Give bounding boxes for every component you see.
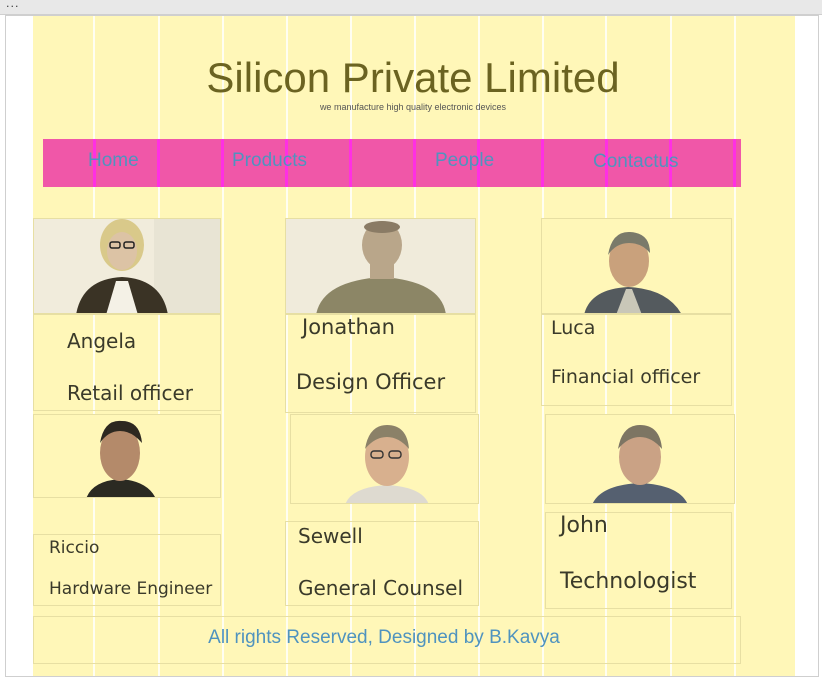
person-name: Sewell xyxy=(298,524,363,548)
person-portrait-icon xyxy=(584,231,681,313)
person-name: Jonathan xyxy=(302,315,395,339)
nav-link-products[interactable]: Products xyxy=(232,150,307,172)
person-role: Financial officer xyxy=(551,366,701,388)
nav-link-people[interactable]: People xyxy=(435,150,494,172)
person-portrait-icon xyxy=(345,425,429,503)
page-container: Silicon Private Limited we manufacture h… xyxy=(33,16,795,676)
person-role: Retail officer xyxy=(67,381,193,405)
person-photo-angela xyxy=(33,218,221,314)
person-name: Angela xyxy=(67,329,137,353)
person-card-john: John Technologist xyxy=(545,512,732,609)
browser-title-bar: ... xyxy=(0,0,822,15)
person-name: John xyxy=(560,513,608,538)
person-card-angela: Angela Retail officer xyxy=(33,314,221,411)
person-photo-jonathan xyxy=(285,218,476,314)
person-role: Hardware Engineer xyxy=(49,579,213,599)
person-role: General Counsel xyxy=(298,576,464,600)
menu-dots-icon[interactable]: ... xyxy=(6,0,20,10)
person-portrait-icon xyxy=(286,219,475,313)
person-card-luca: Luca Financial officer xyxy=(541,314,732,406)
grid-column-guide xyxy=(734,16,736,676)
person-role: Technologist xyxy=(560,569,697,594)
person-card-sewell: Sewell General Counsel xyxy=(285,521,479,606)
nav-bar: Home Products People Contactus xyxy=(43,139,741,187)
nav-divider xyxy=(349,139,352,187)
nav-divider xyxy=(541,139,544,187)
person-photo-luca xyxy=(541,218,732,314)
person-photo-sewell xyxy=(290,414,479,504)
person-portrait-icon xyxy=(34,219,220,313)
nav-divider xyxy=(733,139,736,187)
person-photo-john xyxy=(545,414,735,504)
nav-divider xyxy=(413,139,416,187)
nav-link-home[interactable]: Home xyxy=(88,150,139,172)
nav-divider xyxy=(221,139,224,187)
person-name: Luca xyxy=(551,317,596,339)
footer-text: All rights Reserved, Designed by B.Kavya xyxy=(208,627,560,648)
person-photo-riccio xyxy=(33,414,221,498)
nav-link-contactus[interactable]: Contactus xyxy=(593,151,679,173)
person-portrait-icon xyxy=(86,420,155,497)
page-frame: Silicon Private Limited we manufacture h… xyxy=(5,15,819,677)
grid-column-guide xyxy=(222,16,224,676)
page-title: Silicon Private Limited xyxy=(206,54,620,101)
page-footer: All rights Reserved, Designed by B.Kavya xyxy=(33,616,741,664)
page-tagline: we manufacture high quality electronic d… xyxy=(319,102,507,112)
person-name: Riccio xyxy=(49,538,100,558)
person-role: Design Officer xyxy=(296,370,446,394)
person-portrait-icon xyxy=(593,425,687,503)
person-card-jonathan: Jonathan Design Officer xyxy=(285,314,476,413)
person-card-riccio: Riccio Hardware Engineer xyxy=(33,534,221,606)
nav-divider xyxy=(157,139,160,187)
